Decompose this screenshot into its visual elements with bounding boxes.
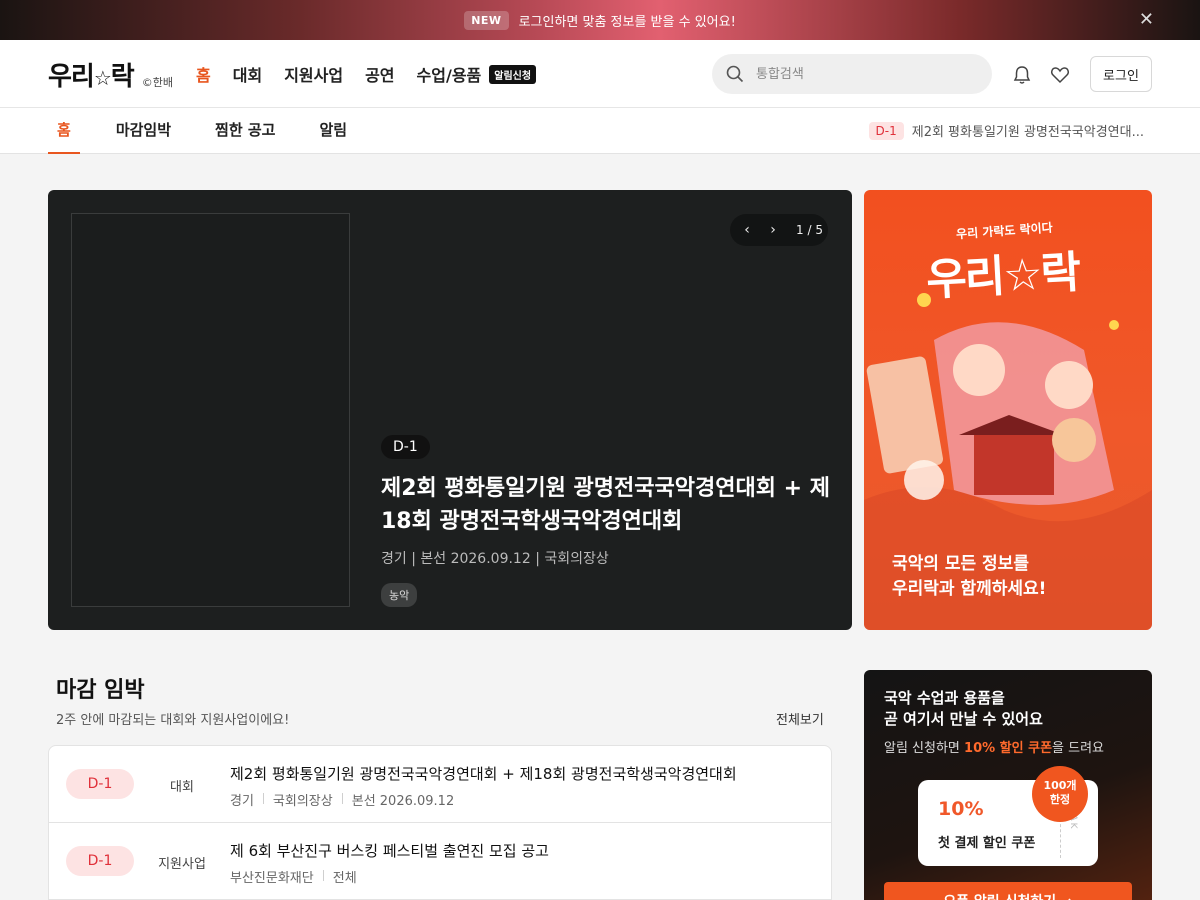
- deadline-list: D-1 대회 제2회 평화통일기원 광명전국국악경연대회 + 제18회 광명전국…: [48, 745, 832, 900]
- coupon-desc: 알림 신청하면 10% 할인 쿠폰을 드려요: [884, 741, 1105, 756]
- new-badge: NEW: [464, 10, 509, 30]
- dday-badge: D-1: [66, 846, 134, 876]
- logo-mark: 우리☆락: [48, 62, 135, 92]
- hero-dday-badge: D-1: [381, 435, 430, 459]
- chevron-right-icon[interactable]: ›: [760, 222, 786, 238]
- coupon-promo-card: 국악 수업과 용품을 곧 여기서 만날 수 있어요 알림 신청하면 10% 할인…: [864, 670, 1152, 900]
- search-bar[interactable]: [712, 54, 992, 94]
- promo-banner: NEW 로그인하면 맞춤 정보를 받을 수 있어요! ✕: [0, 0, 1200, 40]
- category-label: 대회: [170, 780, 194, 795]
- brand-promo-card[interactable]: 우리 가락도 락이다 우리☆락 국악의 모든 정보를 우리락과 함께하세요!: [864, 190, 1152, 630]
- section-subtitle: 2주 안에 마감되는 대회와 지원사업이에요!: [56, 713, 290, 728]
- sub-nav: 홈 마감임박 찜한 공고 알림 D-1 제2회 평화통일기원 광명전국국악경연대…: [0, 108, 1200, 154]
- logo[interactable]: 우리☆락 ©한배: [48, 56, 173, 93]
- hero-meta: 경기 | 본선 2026.09.12 | 국회의장상: [381, 551, 609, 567]
- search-icon: [726, 65, 744, 83]
- hero-genre-tag: 농악: [381, 583, 418, 607]
- ticker-dday-badge: D-1: [868, 121, 904, 140]
- close-icon[interactable]: ✕: [1139, 9, 1154, 30]
- brand-caption: 국악의 모든 정보를 우리락과 함께하세요!: [892, 554, 1047, 599]
- open-alert-button[interactable]: 오픈 알림 신청하기 →: [884, 882, 1132, 900]
- nav-performance[interactable]: 공연: [365, 62, 394, 86]
- tab-home[interactable]: 홈: [48, 108, 80, 154]
- limited-seal: 100개 한정: [1032, 766, 1088, 822]
- heart-icon[interactable]: [1049, 64, 1071, 86]
- login-button[interactable]: 로그인: [1090, 56, 1152, 92]
- category-label: 지원사업: [158, 857, 206, 872]
- bell-icon[interactable]: [1011, 64, 1033, 86]
- item-meta: 부산진문화재단 전체: [230, 870, 357, 886]
- tab-saved[interactable]: 찜한 공고: [207, 108, 283, 154]
- notify-badge: 알림신청: [489, 64, 537, 84]
- pager-count: 1 / 5: [796, 223, 823, 237]
- deadline-ticker[interactable]: D-1 제2회 평화통일기원 광명전국국악경연대...: [868, 121, 1144, 140]
- coupon-name: 첫 결제 할인 쿠폰: [938, 836, 1036, 851]
- tab-alerts[interactable]: 알림: [311, 108, 355, 154]
- coupon-headline: 국악 수업과 용품을 곧 여기서 만날 수 있어요: [884, 689, 1043, 728]
- main-nav: 홈 대회 지원사업 공연 수업/용품 알림신청: [196, 62, 537, 86]
- list-item[interactable]: D-1 지원사업 제 6회 부산진구 버스킹 페스티벌 출연진 모집 공고 부산…: [49, 823, 831, 900]
- logo-sub: ©한배: [141, 76, 173, 89]
- item-meta: 경기 국회의장상 본선 2026.09.12: [230, 793, 455, 809]
- nav-contests[interactable]: 대회: [233, 62, 262, 86]
- ticker-text: 제2회 평화통일기원 광명전국국악경연대...: [911, 125, 1144, 140]
- coupon-percent: 10%: [938, 798, 984, 820]
- header: 우리☆락 ©한배 홈 대회 지원사업 공연 수업/용품 알림신청 로그인: [0, 40, 1200, 108]
- see-all-link[interactable]: 전체보기: [776, 709, 824, 728]
- chevron-left-icon[interactable]: ‹: [734, 222, 760, 238]
- item-title[interactable]: 제 6회 부산진구 버스킹 페스티벌 출연진 모집 공고: [230, 840, 549, 861]
- item-title[interactable]: 제2회 평화통일기원 광명전국국악경연대회 + 제18회 광명전국학생국악경연대…: [230, 763, 737, 784]
- carousel-pager: ‹ › 1 / 5: [730, 214, 828, 246]
- dday-badge: D-1: [66, 769, 134, 799]
- promo-text[interactable]: 로그인하면 맞춤 정보를 받을 수 있어요!: [519, 11, 736, 30]
- nav-home[interactable]: 홈: [196, 62, 211, 86]
- hero-carousel[interactable]: ‹ › 1 / 5 D-1 제2회 평화통일기원 광명전국국악경연대회 + 제1…: [48, 190, 852, 630]
- tab-deadline[interactable]: 마감임박: [108, 108, 179, 154]
- nav-classes[interactable]: 수업/용품: [417, 62, 482, 86]
- section-title: 마감 임박: [56, 678, 145, 703]
- brand-logo-large: 우리☆락: [925, 247, 1081, 306]
- hero-title[interactable]: 제2회 평화통일기원 광명전국국악경연대회 + 제18회 광명전국학생국악경연대…: [381, 472, 831, 538]
- nav-support[interactable]: 지원사업: [284, 62, 343, 86]
- list-item[interactable]: D-1 대회 제2회 평화통일기원 광명전국국악경연대회 + 제18회 광명전국…: [49, 746, 831, 823]
- search-input[interactable]: [756, 66, 956, 82]
- hero-poster-image[interactable]: [71, 213, 350, 607]
